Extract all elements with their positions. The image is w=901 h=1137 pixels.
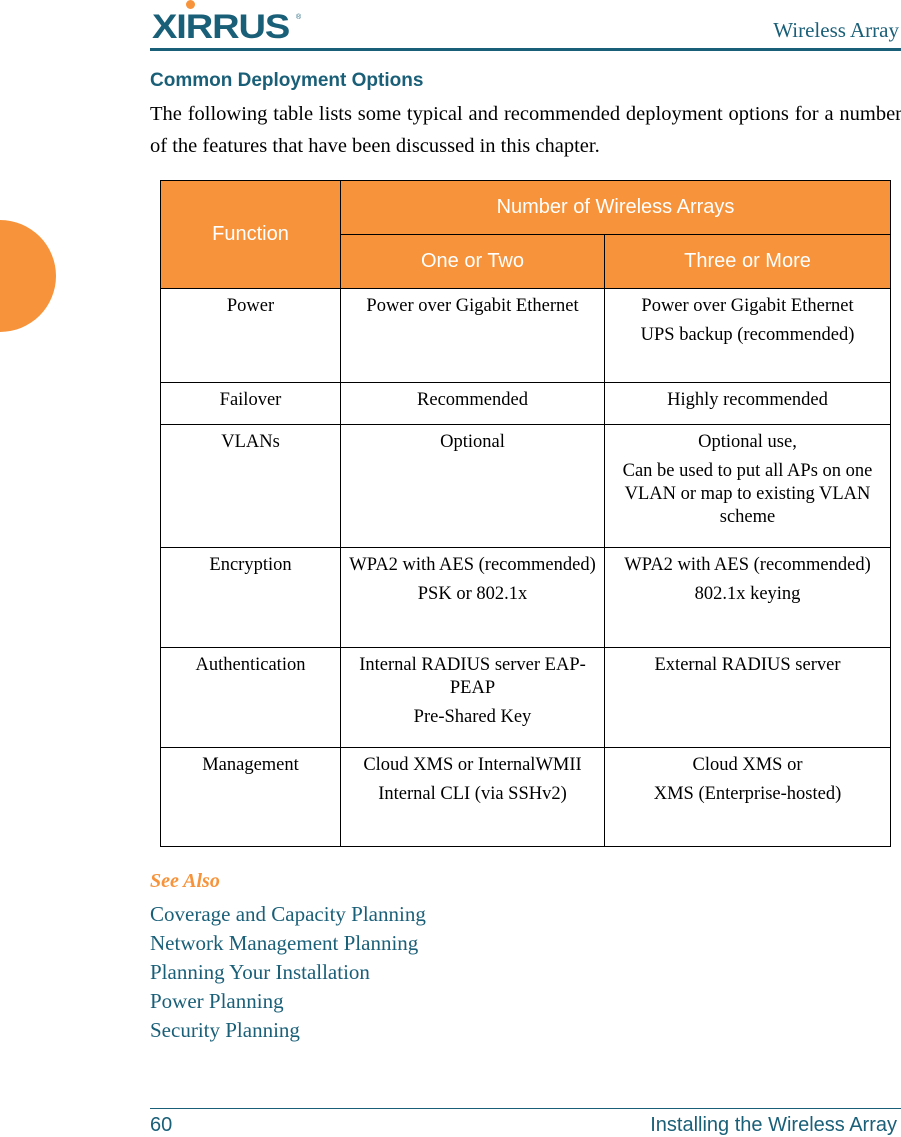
cell-function: Authentication <box>160 647 341 748</box>
logo-dot-icon <box>186 0 195 9</box>
header-number-of-arrays: Number of Wireless Arrays <box>340 180 891 235</box>
table-row: VLANs Optional Optional use, Can be used to… <box>160 424 891 548</box>
cell-line: Highly recommended <box>667 390 828 410</box>
table-row: Power Power over Gigabit Ethernet Power ov… <box>160 288 891 383</box>
see-also-link[interactable]: Planning Your Installation <box>150 958 426 987</box>
cell-line: WPA2 with AES (recommended) <box>624 555 871 575</box>
header-title: Wireless Array <box>773 18 899 42</box>
cell-line: Internal RADIUS server EAP-PEAP <box>359 655 586 698</box>
cell-line: Power over Gigabit Ethernet <box>366 296 579 316</box>
cell-line: 802.1x keying <box>694 584 801 604</box>
cell-line: Internal CLI (via SSHv2) <box>378 784 567 804</box>
cell-line: PSK or 802.1x <box>417 584 528 604</box>
header-three-or-more: Three or More <box>604 234 891 289</box>
page-number: 60 <box>150 1114 173 1136</box>
deployment-options-table: Function Number of Wireless Arrays One o… <box>160 180 891 847</box>
table-row: Authentication Internal RADIUS server EAP… <box>160 647 891 748</box>
table-row: Management Cloud XMS or InternalWMII Inter… <box>160 747 891 847</box>
cell-one-or-two: WPA2 with AES (recommended) PSK or 802.1x <box>340 547 605 648</box>
cell-line: XMS (Enterprise-hosted) <box>653 784 842 804</box>
cell-function: VLANs <box>160 424 341 548</box>
cell-three-or-more: Optional use, Can be used to put all APs … <box>604 424 891 548</box>
cell-function: Management <box>160 747 341 847</box>
cell-line: WPA2 with AES (recommended) <box>349 555 596 575</box>
cell-function: Power <box>160 288 341 383</box>
footer-divider <box>150 1108 901 1109</box>
header-function: Function <box>160 180 341 289</box>
see-also-link[interactable]: Security Planning <box>150 1016 426 1045</box>
cell-line: Optional <box>440 432 505 452</box>
table-row: Encryption WPA2 with AES (recommended) PSK… <box>160 547 891 648</box>
cell-one-or-two: Optional <box>340 424 605 548</box>
header-one-or-two: One or Two <box>340 234 605 289</box>
cell-one-or-two: Cloud XMS or InternalWMII Internal CLI (v… <box>340 747 605 847</box>
logo-text: XIRRUS <box>152 8 290 46</box>
cell-line: Pre-Shared Key <box>413 707 532 727</box>
see-also-heading: See Also <box>150 870 220 892</box>
header-divider <box>150 48 901 51</box>
cell-line: External RADIUS server <box>654 655 841 675</box>
table-row: Failover Recommended Highly recommended <box>160 382 891 425</box>
cell-three-or-more: Highly recommended <box>604 382 891 425</box>
cell-three-or-more: Power over Gigabit Ethernet UPS backup (r… <box>604 288 891 383</box>
cell-one-or-two: Internal RADIUS server EAP-PEAP Pre-Share… <box>340 647 605 748</box>
cell-three-or-more: Cloud XMS or XMS (Enterprise-hosted) <box>604 747 891 847</box>
cell-line: Cloud XMS or InternalWMII <box>363 755 582 775</box>
cell-one-or-two: Power over Gigabit Ethernet <box>340 288 605 383</box>
see-also-link[interactable]: Power Planning <box>150 987 426 1016</box>
cell-three-or-more: External RADIUS server <box>604 647 891 748</box>
cell-line: Optional use, <box>698 432 797 452</box>
see-also-link[interactable]: Coverage and Capacity Planning <box>150 900 426 929</box>
cell-one-or-two: Recommended <box>340 382 605 425</box>
cell-line: UPS backup (recommended) <box>640 325 855 345</box>
footer-chapter-title: Installing the Wireless Array <box>650 1114 897 1136</box>
logo-registered-mark: ® <box>296 14 302 21</box>
cell-line: Can be used to put all APs on one VLAN o… <box>622 461 873 527</box>
see-also-link[interactable]: Network Management Planning <box>150 929 426 958</box>
cell-three-or-more: WPA2 with AES (recommended) 802.1x keying <box>604 547 891 648</box>
intro-paragraph: The following table lists some typical a… <box>150 103 901 157</box>
cell-line: Power over Gigabit Ethernet <box>641 296 854 316</box>
cell-line: Recommended <box>417 390 528 410</box>
cell-function: Encryption <box>160 547 341 648</box>
cell-line: Cloud XMS or <box>692 755 803 775</box>
chapter-tab-marker <box>0 220 56 332</box>
section-title: Common Deployment Options <box>150 70 424 91</box>
cell-function: Failover <box>160 382 341 425</box>
see-also-links: Coverage and Capacity Planning Network Ma… <box>150 900 426 1045</box>
